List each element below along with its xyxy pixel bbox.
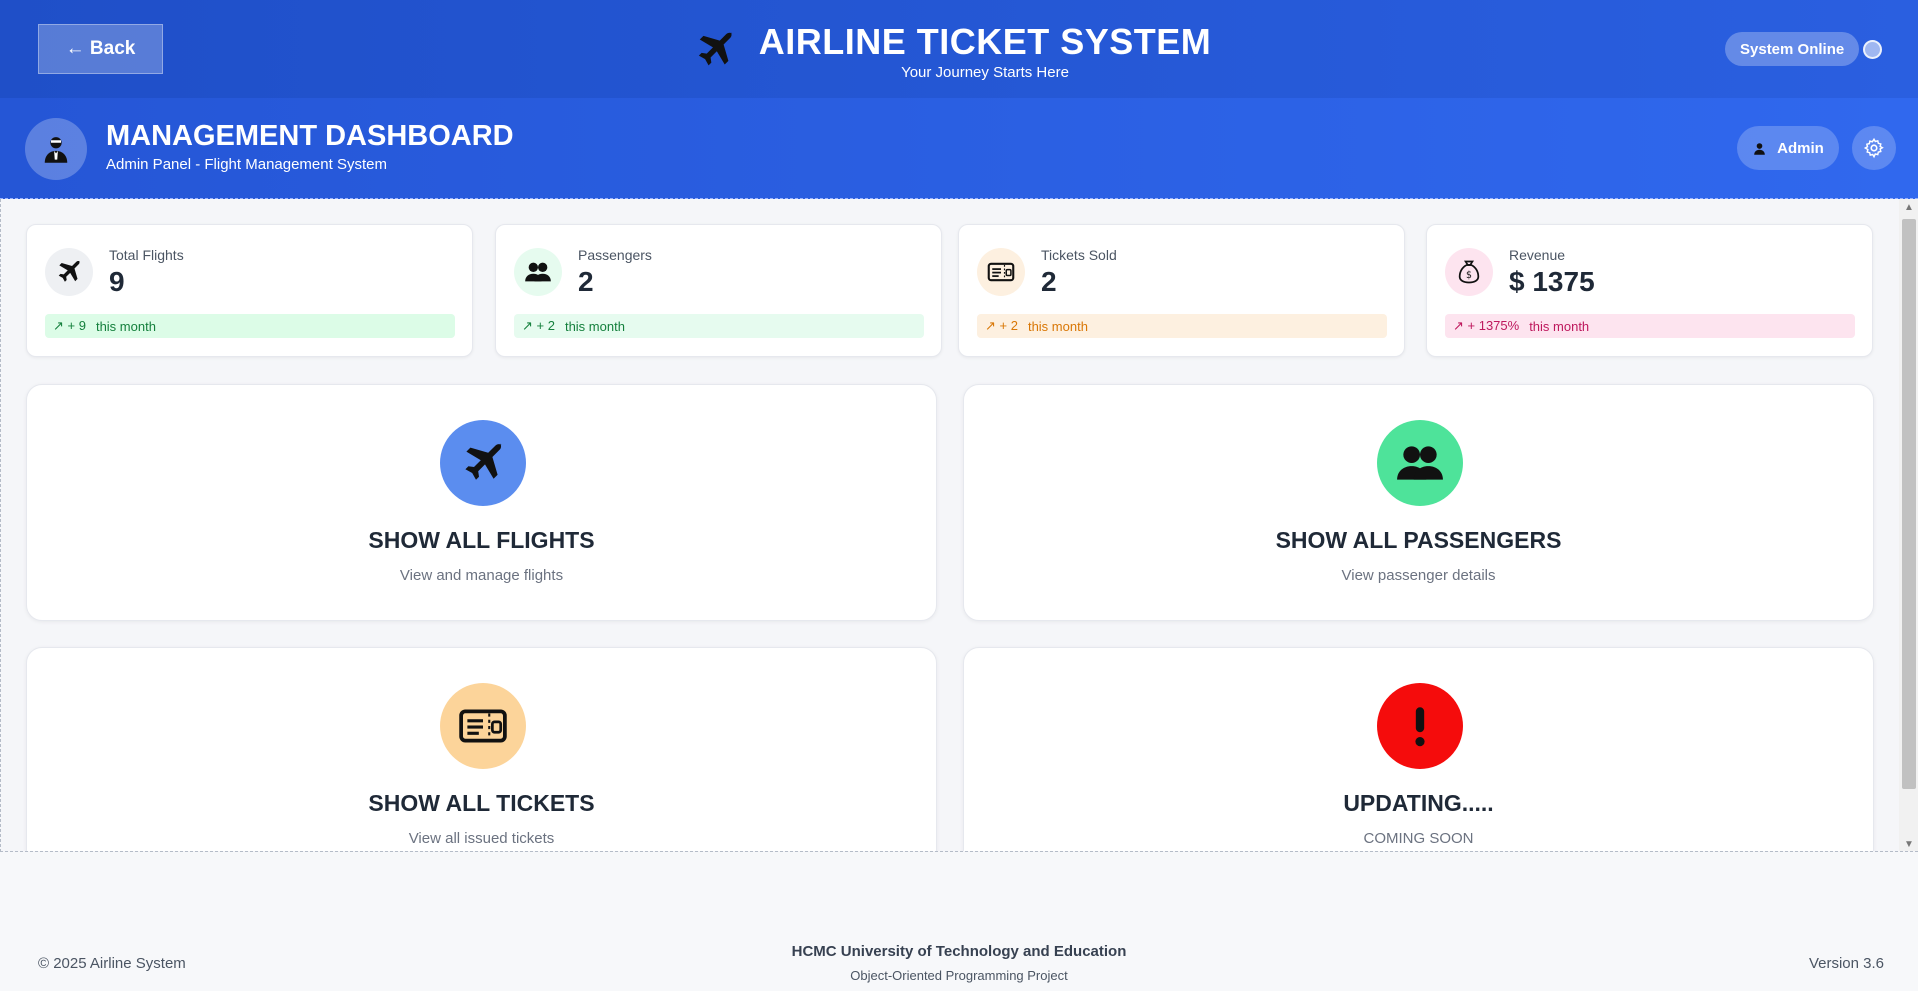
stat-icon-container (1445, 248, 1493, 296)
dashboard-content[interactable]: Total Flights 9 ↗ + 9 this month Passeng… (0, 199, 1918, 852)
vertical-scrollbar[interactable]: ▲ ▼ (1899, 199, 1918, 851)
admin-person-icon (41, 132, 71, 166)
users-icon (524, 258, 552, 286)
admin-avatar (25, 118, 87, 180)
university-text: HCMC University of Technology and Educat… (791, 943, 1127, 960)
brand: AIRLINE TICKET SYSTEM Your Journey Start… (0, 0, 1918, 98)
trend-period: this month (95, 318, 156, 334)
stat-card-revenue: Revenue $ 1375 ↗ + 1375% this month (1426, 224, 1873, 357)
page-title: MANAGEMENT DASHBOARD (106, 120, 514, 152)
action-description: COMING SOON (1363, 830, 1474, 847)
scroll-down-arrow-icon[interactable]: ▼ (1899, 836, 1918, 851)
users-icon (1395, 438, 1445, 488)
ticket-icon (987, 258, 1015, 286)
action-title: SHOW ALL FLIGHTS (368, 527, 595, 553)
action-description: View and manage flights (399, 567, 564, 584)
action-icon-circle (1377, 683, 1463, 769)
trend-value: ↗ + 9 (53, 318, 86, 333)
action-title: SHOW ALL TICKETS (368, 790, 595, 816)
stat-label: Tickets Sold (1041, 247, 1117, 263)
top-header: ← Back AIRLINE TICKET SYSTEM Your Journe… (0, 0, 1918, 98)
stat-value: 9 (109, 266, 125, 297)
stat-card-total-flights: Total Flights 9 ↗ + 9 this month (26, 224, 473, 357)
app-subtitle: Your Journey Starts Here (901, 64, 1069, 81)
stat-card-tickets-sold: Tickets Sold 2 ↗ + 2 this month (958, 224, 1405, 357)
show-all-flights-card[interactable]: SHOW ALL FLIGHTS View and manage flights (26, 384, 937, 621)
system-status-badge: System Online (1725, 32, 1860, 66)
footer: © 2025 Airline System HCMC University of… (0, 852, 1918, 991)
page-subtitle: Admin Panel - Flight Management System (106, 156, 387, 173)
stat-trend: ↗ + 1375% this month (1445, 314, 1855, 338)
user-icon (1752, 141, 1767, 156)
scroll-up-arrow-icon[interactable]: ▲ (1899, 199, 1918, 215)
stat-trend: ↗ + 2 this month (514, 314, 924, 338)
scrollbar-thumb[interactable] (1902, 219, 1916, 789)
trend-period: this month (1027, 318, 1088, 334)
admin-label: Admin (1777, 139, 1824, 157)
airplane-icon (459, 439, 507, 487)
stat-trend: ↗ + 9 this month (45, 314, 455, 338)
back-button[interactable]: ← Back (38, 24, 163, 74)
action-icon-circle (440, 420, 526, 506)
stat-card-passengers: Passengers 2 ↗ + 2 this month (495, 224, 942, 357)
trend-value: ↗ + 1375% (1453, 318, 1520, 333)
stat-label: Passengers (578, 247, 652, 263)
stat-icon-container (977, 248, 1025, 296)
stat-value: $ 1375 (1509, 266, 1595, 297)
stat-icon-container (514, 248, 562, 296)
trend-period: this month (1529, 318, 1590, 334)
updating-card[interactable]: UPDATING..... COMING SOON (963, 647, 1874, 851)
action-title: SHOW ALL PASSENGERS (1275, 527, 1562, 553)
project-text: Object-Oriented Programming Project (850, 968, 1068, 983)
trend-value: ↗ + 2 (522, 318, 555, 333)
money-bag-icon (1455, 258, 1483, 286)
stat-value: 2 (578, 266, 594, 297)
airplane-icon (693, 28, 737, 72)
action-icon-circle (1377, 420, 1463, 506)
ticket-icon (458, 701, 508, 751)
gear-icon (1863, 137, 1885, 159)
admin-user-button[interactable]: Admin (1737, 126, 1839, 170)
stat-icon-container (45, 248, 93, 296)
stat-label: Total Flights (109, 247, 184, 263)
show-all-passengers-card[interactable]: SHOW ALL PASSENGERS View passenger detai… (963, 384, 1874, 621)
show-all-tickets-card[interactable]: SHOW ALL TICKETS View all issued tickets (26, 647, 937, 851)
action-description: View all issued tickets (408, 830, 555, 847)
action-icon-circle (440, 683, 526, 769)
trend-value: ↗ + 2 (985, 318, 1018, 333)
version-text: Version 3.6 (1808, 955, 1884, 972)
airplane-icon (55, 258, 83, 286)
trend-period: this month (564, 318, 625, 334)
exclamation-icon (1415, 707, 1425, 747)
status-indicator-dot (1863, 40, 1882, 59)
app-title: AIRLINE TICKET SYSTEM (758, 21, 1212, 62)
stat-value: 2 (1041, 266, 1057, 297)
dashboard-header: MANAGEMENT DASHBOARD Admin Panel - Fligh… (0, 98, 1918, 199)
action-title: UPDATING..... (1343, 790, 1494, 816)
settings-button[interactable] (1852, 126, 1896, 170)
stat-trend: ↗ + 2 this month (977, 314, 1387, 338)
action-description: View passenger details (1341, 567, 1496, 584)
stat-label: Revenue (1509, 247, 1566, 263)
